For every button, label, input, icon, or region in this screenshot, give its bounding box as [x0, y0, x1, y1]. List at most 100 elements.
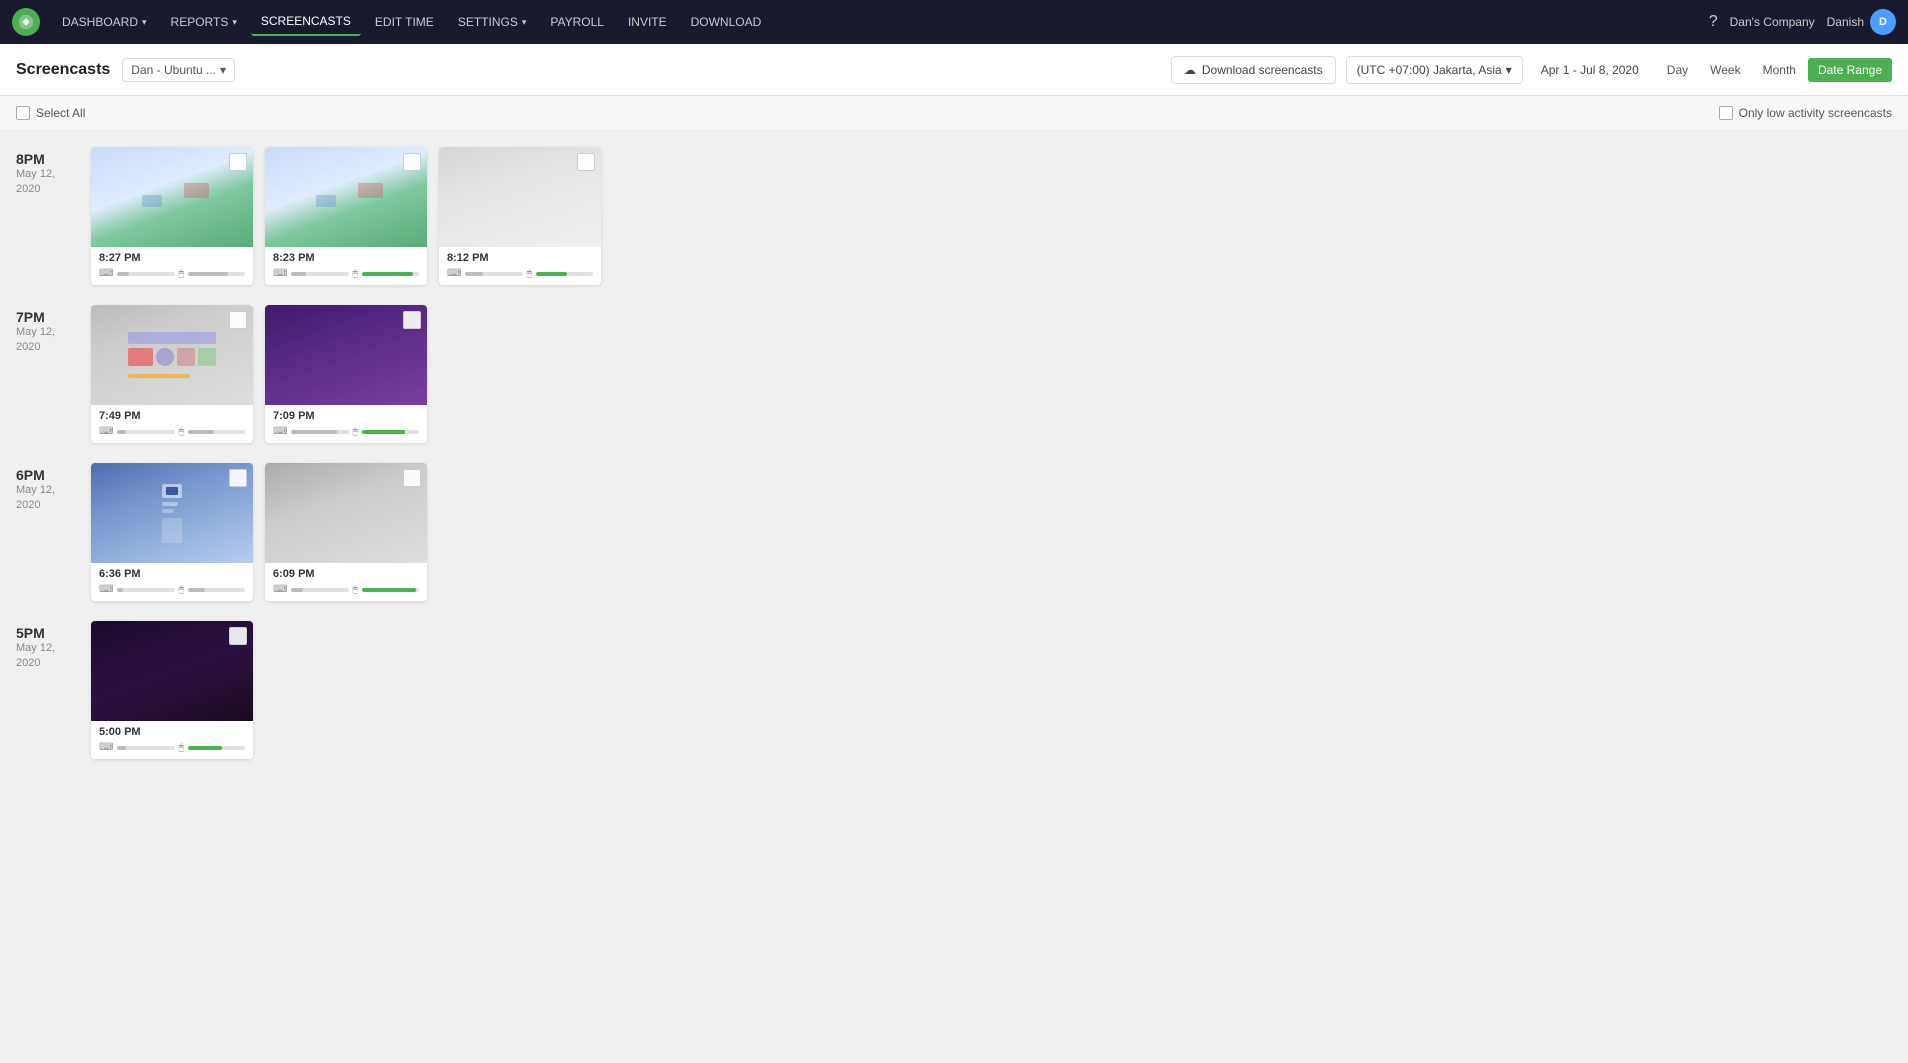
date-text: May 12, 2020	[16, 167, 91, 198]
screenshot-checkbox[interactable]	[403, 311, 421, 329]
help-icon[interactable]: ?	[1709, 13, 1718, 31]
mouse-activity-bar	[362, 272, 419, 276]
screenshot-time: 6:36 PM	[99, 568, 245, 580]
keyboard-bar-fill	[117, 430, 126, 434]
keyboard-bar-container	[117, 588, 174, 592]
time-label-1: 7PMMay 12, 2020	[16, 305, 91, 443]
mouse-icon: 🖱	[179, 426, 184, 437]
download-screencasts-button[interactable]: ☁ Download screencasts	[1171, 56, 1336, 84]
date-text: May 12, 2020	[16, 641, 91, 672]
screenshot-checkbox[interactable]	[229, 311, 247, 329]
nav-payroll[interactable]: PAYROLL	[540, 9, 614, 35]
keyboard-icon: ⌨	[447, 268, 461, 279]
sub-header: Screencasts Dan - Ubuntu ... ▾ ☁ Downloa…	[0, 44, 1908, 96]
screenshot-meta: ⌨🖱	[99, 742, 245, 753]
mouse-bar-container	[362, 272, 419, 276]
keyboard-activity-bar	[117, 588, 174, 592]
screenshots-row-0: 8:27 PM⌨🖱 8:23 PM⌨🖱 8:12 PM⌨🖱	[91, 147, 601, 285]
user-selector[interactable]: Dan - Ubuntu ... ▾	[122, 58, 235, 82]
tab-date-range[interactable]: Date Range	[1808, 58, 1892, 82]
screenshot-checkbox[interactable]	[229, 627, 247, 645]
screenshot-card[interactable]: 8:23 PM⌨🖱	[265, 147, 427, 285]
mouse-icon: 🖱	[353, 268, 358, 279]
mouse-activity-bar	[536, 272, 593, 276]
screenshot-card[interactable]: 8:12 PM⌨🖱	[439, 147, 601, 285]
keyboard-activity-bar	[117, 430, 174, 434]
low-activity-label[interactable]: Only low activity screencasts	[1719, 106, 1892, 120]
nav-dashboard[interactable]: DASHBOARD ▾	[52, 9, 157, 35]
time-group-6pm: 6PMMay 12, 2020 6:36 PM ⌨🖱 6:09 PM⌨🖱	[16, 463, 1892, 601]
screenshot-card[interactable]: 7:49 PM⌨🖱	[91, 305, 253, 443]
screenshot-card[interactable]: 8:27 PM⌨🖱	[91, 147, 253, 285]
screenshot-card[interactable]: 5:00 PM⌨🖱	[91, 621, 253, 759]
screenshot-checkbox[interactable]	[403, 469, 421, 487]
screenshot-checkbox[interactable]	[403, 153, 421, 171]
mouse-activity-bar	[188, 588, 245, 592]
keyboard-icon: ⌨	[99, 742, 113, 753]
keyboard-activity-bar	[291, 430, 348, 434]
screenshot-checkbox[interactable]	[577, 153, 595, 171]
screenshot-thumbnail	[91, 305, 253, 405]
screenshot-time: 7:49 PM	[99, 410, 245, 422]
download-cloud-icon: ☁	[1184, 63, 1196, 77]
mouse-bar-fill	[188, 588, 205, 592]
nav-invite[interactable]: INVITE	[618, 9, 677, 35]
nav-settings[interactable]: SETTINGS ▾	[448, 9, 537, 35]
tab-week[interactable]: Week	[1700, 58, 1750, 82]
timezone-selector[interactable]: (UTC +07:00) Jakarta, Asia ▾	[1346, 56, 1523, 84]
mouse-bar-fill	[188, 746, 222, 750]
nav-reports[interactable]: REPORTS ▾	[161, 9, 247, 35]
date-text: May 12, 2020	[16, 325, 91, 356]
screenshot-meta: ⌨🖱	[99, 584, 245, 595]
nav-download[interactable]: DOWNLOAD	[681, 9, 772, 35]
sub-header-right: ☁ Download screencasts (UTC +07:00) Jaka…	[1171, 56, 1892, 84]
mouse-bar-fill	[536, 272, 567, 276]
reports-caret: ▾	[232, 17, 237, 28]
keyboard-bar-fill	[291, 430, 337, 434]
hour-text: 6PM	[16, 467, 91, 483]
screenshot-info: 8:23 PM⌨🖱	[265, 247, 427, 285]
nav-edit-time[interactable]: EDIT TIME	[365, 9, 444, 35]
hour-text: 5PM	[16, 625, 91, 641]
mouse-activity-bar	[188, 430, 245, 434]
keyboard-icon: ⌨	[99, 584, 113, 595]
date-text: May 12, 2020	[16, 483, 91, 514]
screenshot-thumbnail	[91, 621, 253, 721]
tab-day[interactable]: Day	[1657, 58, 1698, 82]
app-logo[interactable]	[12, 8, 40, 36]
screenshot-checkbox[interactable]	[229, 469, 247, 487]
mouse-activity-bar	[188, 272, 245, 276]
screenshot-info: 8:12 PM⌨🖱	[439, 247, 601, 285]
screenshot-checkbox[interactable]	[229, 153, 247, 171]
select-all-checkbox[interactable]	[16, 106, 30, 120]
mouse-bar-container	[188, 272, 245, 276]
screenshot-card[interactable]: 6:09 PM⌨🖱	[265, 463, 427, 601]
screenshots-row-1: 7:49 PM⌨🖱 7:09 PM⌨🖱	[91, 305, 427, 443]
screenshot-thumbnail	[439, 147, 601, 247]
keyboard-activity-bar	[291, 272, 348, 276]
low-activity-checkbox[interactable]	[1719, 106, 1733, 120]
time-label-0: 8PMMay 12, 2020	[16, 147, 91, 285]
user-menu[interactable]: Danish D	[1827, 9, 1896, 35]
mouse-bar-container	[536, 272, 593, 276]
top-navigation: DASHBOARD ▾ REPORTS ▾ SCREENCASTS EDIT T…	[0, 0, 1908, 44]
user-selector-value: Dan - Ubuntu ...	[131, 63, 216, 77]
select-all-label[interactable]: Select All	[16, 106, 85, 120]
screenshot-meta: ⌨🖱	[273, 584, 419, 595]
mouse-bar-container	[362, 430, 419, 434]
hour-text: 8PM	[16, 151, 91, 167]
keyboard-icon: ⌨	[273, 268, 287, 279]
mouse-icon: 🖱	[179, 268, 184, 279]
timezone-value: (UTC +07:00) Jakarta, Asia	[1357, 63, 1502, 77]
user-avatar: D	[1870, 9, 1896, 35]
keyboard-bar-container	[291, 272, 348, 276]
time-label-2: 6PMMay 12, 2020	[16, 463, 91, 601]
screenshot-card[interactable]: 7:09 PM⌨🖱	[265, 305, 427, 443]
keyboard-bar-fill	[117, 588, 123, 592]
screenshot-card[interactable]: 6:36 PM ⌨🖱	[91, 463, 253, 601]
time-label-3: 5PMMay 12, 2020	[16, 621, 91, 759]
nav-screencasts[interactable]: SCREENCASTS	[251, 8, 361, 36]
view-tabs: Day Week Month Date Range	[1657, 58, 1892, 82]
tab-month[interactable]: Month	[1753, 58, 1806, 82]
mouse-icon: 🖱	[353, 426, 358, 437]
